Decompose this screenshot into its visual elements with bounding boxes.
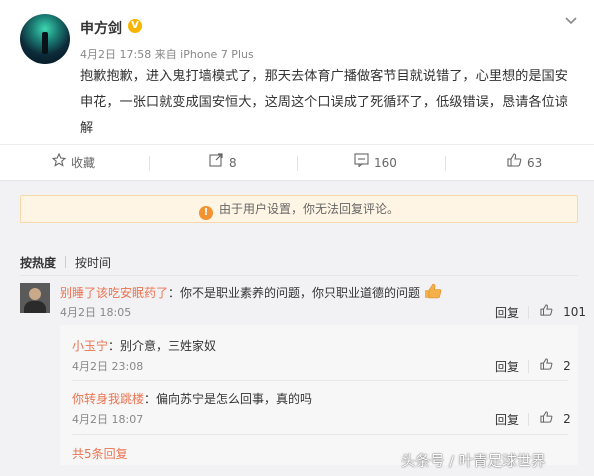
comment-like-button[interactable]: 101 [540, 304, 586, 320]
watermark: 头条号 / 叶青足球世界 [401, 454, 546, 470]
reply-author-name[interactable]: 你转身我跳楼 [72, 392, 144, 406]
favorite-button[interactable]: 收藏 [51, 145, 96, 182]
like-count: 63 [527, 156, 543, 170]
reply-reply-button[interactable]: 回复 [495, 358, 519, 375]
reply-like-count: 2 [563, 359, 571, 373]
divider [528, 413, 529, 426]
comment-sort-tabs: 按热度 按时间 [20, 254, 111, 271]
verified-badge-icon: V [128, 19, 142, 33]
post-meta: 4月2日 17:58 来自 iPhone 7 Plus [80, 48, 254, 61]
thumbs-up-icon [540, 304, 557, 320]
favorite-label: 收藏 [71, 156, 96, 170]
reply-text: 你转身我跳楼：偏向苏宁是怎么回事，真的吗 [72, 390, 312, 407]
reply-body: ：别介意，三姓家奴 [108, 339, 217, 353]
divider [528, 306, 529, 319]
commenter-name[interactable]: 别睡了该吃安眠药了 [60, 286, 168, 300]
repost-icon [209, 145, 224, 182]
reply-author-name[interactable]: 小玉宁 [72, 339, 108, 353]
reply-time: 4月2日 23:08 [72, 360, 144, 373]
divider [297, 156, 298, 171]
more-replies-link[interactable]: 共5条回复 [72, 445, 128, 462]
divider [445, 156, 446, 171]
repost-button[interactable]: 8 [209, 145, 237, 182]
sort-by-hot-tab[interactable]: 按热度 [20, 256, 56, 270]
comment-text: 别睡了该吃安眠药了：你不是职业素养的问题，你只职业道德的问题 [60, 283, 442, 303]
reply-body: ：偏向苏宁是怎么回事，真的吗 [144, 392, 313, 406]
thumbs-up-icon [540, 411, 557, 427]
comment-icon [354, 145, 369, 182]
post-card: 申方剑 V 4月2日 17:58 来自 iPhone 7 Plus 抱歉抱歉，进… [0, 0, 594, 181]
comment-reply-button[interactable]: 回复 [495, 304, 519, 321]
author-avatar[interactable] [20, 14, 70, 64]
chevron-down-icon[interactable] [564, 14, 578, 30]
divider [528, 360, 529, 373]
comment-like-count: 101 [563, 305, 587, 319]
comment-time: 4月2日 18:05 [60, 306, 132, 319]
thumbs-up-emoji-icon [424, 283, 442, 303]
thumbs-up-icon [540, 358, 557, 374]
warning-icon: ! [198, 206, 213, 220]
like-button[interactable]: 63 [507, 145, 542, 182]
reply-like-button[interactable]: 2 [540, 411, 571, 427]
commenter-avatar[interactable] [20, 283, 50, 313]
reply-reply-button[interactable]: 回复 [495, 411, 519, 428]
divider [20, 275, 578, 276]
divider [65, 256, 67, 268]
thumbs-up-icon [507, 145, 522, 182]
repost-count: 8 [229, 156, 237, 170]
comment-button[interactable]: 160 [354, 145, 397, 182]
action-bar: 收藏 8 160 63 [0, 144, 594, 181]
reply-like-count: 2 [563, 412, 571, 426]
comment-count: 160 [374, 156, 397, 170]
reply-text: 小玉宁：别介意，三姓家奴 [72, 337, 216, 354]
star-icon [51, 145, 67, 182]
post-text: 抱歉抱歉，进入鬼打墙模式了，那天去体育广播做客节目就说错了，心里想的是国安申花，… [80, 69, 568, 136]
reply-time: 4月2日 18:07 [72, 413, 144, 426]
divider [149, 156, 150, 171]
comment-body: ：你不是职业素养的问题，你只职业道德的问题 [168, 286, 421, 300]
reply-like-button[interactable]: 2 [540, 358, 571, 374]
reply-restricted-notice: ! 由于用户设置，你无法回复评论。 [20, 195, 578, 223]
notice-text: 由于用户设置，你无法回复评论。 [218, 202, 399, 216]
divider [72, 434, 568, 435]
divider [72, 380, 568, 381]
sort-by-time-tab[interactable]: 按时间 [75, 256, 111, 270]
author-name[interactable]: 申方剑 [80, 18, 122, 38]
